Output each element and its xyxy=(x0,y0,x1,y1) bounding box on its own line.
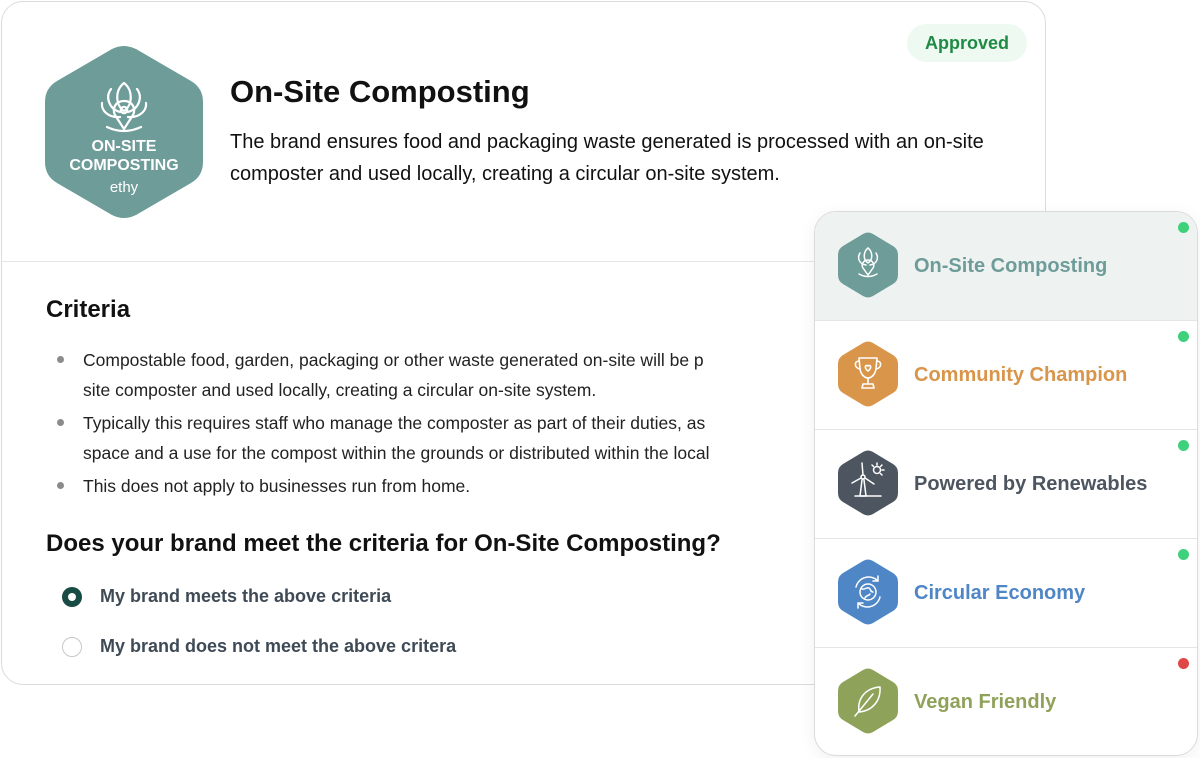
on-site-composting-badge: ON-SITE COMPOSTING ethy xyxy=(45,45,203,219)
status-dot-icon xyxy=(1178,658,1189,669)
badge-brand-logo: ethy xyxy=(110,179,139,196)
side-item-circular-economy[interactable]: Circular Economy xyxy=(815,539,1197,648)
criteria-item: Compostable food, garden, packaging or o… xyxy=(56,345,816,405)
status-dot-icon xyxy=(1178,222,1189,233)
criteria-item-text: space and a use for the compost within t… xyxy=(83,443,710,463)
criteria-item-text: Compostable food, garden, packaging or o… xyxy=(83,350,704,370)
lotus-icon xyxy=(838,232,898,298)
criteria-heading: Criteria xyxy=(46,296,131,323)
criteria-item: This does not apply to businesses run fr… xyxy=(56,471,816,501)
option-does-not-meet-criteria[interactable]: My brand does not meet the above critera xyxy=(62,636,456,657)
status-dot-icon xyxy=(1178,440,1189,451)
radio-selected-icon[interactable] xyxy=(62,586,82,607)
badge-line-1: ON-SITE xyxy=(92,138,157,155)
wind-turbine-sun-icon xyxy=(838,450,898,516)
side-item-vegan-friendly[interactable]: Vegan Friendly xyxy=(815,648,1197,755)
status-dot-icon xyxy=(1178,331,1189,342)
criteria-question: Does your brand meet the criteria for On… xyxy=(46,530,721,557)
bullet-icon xyxy=(57,419,64,426)
certification-description: The brand ensures food and packaging was… xyxy=(230,131,984,185)
hexagon-badge-icon: ON-SITE COMPOSTING ethy xyxy=(45,46,203,218)
criteria-list: Compostable food, garden, packaging or o… xyxy=(56,345,816,504)
leaf-icon xyxy=(838,668,898,734)
side-item-label: On-Site Composting xyxy=(914,255,1108,277)
badge-line-2: COMPOSTING xyxy=(69,157,178,174)
criteria-item-text: This does not apply to businesses run fr… xyxy=(83,476,471,496)
radio-unselected-icon[interactable] xyxy=(62,636,82,657)
side-item-label: Circular Economy xyxy=(914,582,1086,604)
certification-list-panel: On-Site Composting Community Champion Po… xyxy=(814,211,1198,756)
trophy-heart-icon xyxy=(838,341,898,407)
side-item-on-site-composting[interactable]: On-Site Composting xyxy=(815,212,1197,321)
side-item-label: Powered by Renewables xyxy=(914,473,1148,495)
side-item-powered-by-renewables[interactable]: Powered by Renewables xyxy=(815,430,1197,539)
option-label: My brand meets the above criteria xyxy=(100,586,392,606)
option-meets-criteria[interactable]: My brand meets the above criteria xyxy=(62,586,391,607)
criteria-item-text: Typically this requires staff who manage… xyxy=(83,413,706,433)
status-dot-icon xyxy=(1178,549,1189,560)
side-item-label: Community Champion xyxy=(914,364,1128,386)
bullet-icon xyxy=(57,356,64,363)
bullet-icon xyxy=(57,482,64,489)
criteria-item-text: site composter and used locally, creatin… xyxy=(83,380,597,400)
side-item-community-champion[interactable]: Community Champion xyxy=(815,321,1197,430)
recycle-globe-icon xyxy=(838,559,898,625)
approved-status-badge: Approved xyxy=(907,24,1027,62)
option-label: My brand does not meet the above critera xyxy=(100,636,457,656)
criteria-item: Typically this requires staff who manage… xyxy=(56,408,816,468)
side-item-label: Vegan Friendly xyxy=(914,691,1057,713)
page-title: On-Site Composting xyxy=(230,74,530,109)
